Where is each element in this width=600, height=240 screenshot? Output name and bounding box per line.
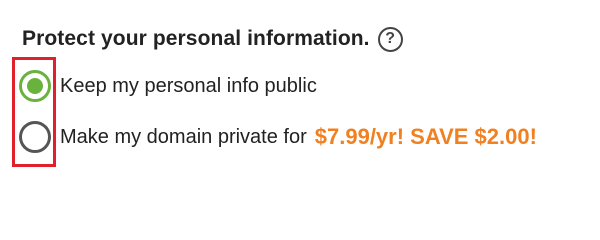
radio-selected-dot bbox=[27, 78, 43, 94]
option-keep-public[interactable]: Keep my personal info public bbox=[19, 70, 317, 102]
question-circle-icon[interactable]: ? bbox=[377, 26, 403, 52]
privacy-options-panel: Protect your personal information. ? Kee… bbox=[0, 0, 600, 200]
section-heading: Protect your personal information. bbox=[22, 27, 370, 50]
radio-keep-public[interactable] bbox=[19, 70, 51, 102]
radio-make-private[interactable] bbox=[19, 121, 51, 153]
option-make-private[interactable]: Make my domain private for $7.99/yr! SAV… bbox=[19, 121, 537, 153]
help-glyph: ? bbox=[385, 30, 396, 47]
section-header: Protect your personal information. ? bbox=[22, 22, 403, 56]
option-make-private-label: Make my domain private for bbox=[60, 125, 307, 148]
option-keep-public-label: Keep my personal info public bbox=[60, 74, 317, 97]
privacy-price-offer: $7.99/yr! SAVE $2.00! bbox=[314, 124, 537, 149]
